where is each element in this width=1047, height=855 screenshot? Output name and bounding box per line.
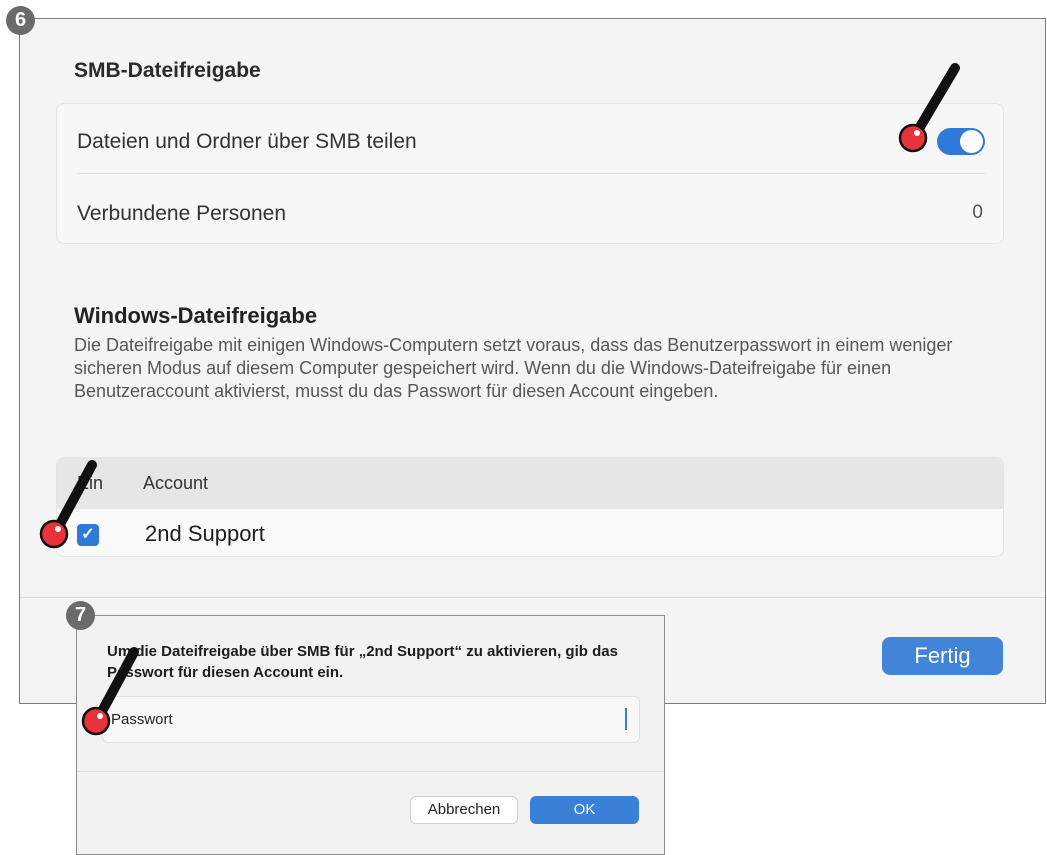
windows-description: Die Dateifreigabe mit einigen Windows-Co… (74, 335, 953, 401)
password-dialog: Um die Dateifreigabe über SMB für „2nd S… (76, 615, 665, 855)
pen-marker-icon (39, 460, 97, 549)
text-caret (625, 708, 627, 730)
connected-users-label: Verbundene Personen (77, 202, 287, 225)
account-name: 2nd Support (145, 521, 265, 546)
sharing-window: SMB-Dateifreigabe Dateien und Ordner übe… (19, 18, 1046, 704)
done-button[interactable]: Fertig (882, 637, 1003, 675)
dialog-divider (77, 771, 664, 772)
row-divider (77, 173, 985, 174)
pen-marker-icon (81, 647, 139, 736)
step-7-badge: 7 (66, 601, 95, 630)
column-account-header[interactable]: Account (143, 473, 208, 494)
password-field[interactable]: Passwort (102, 696, 640, 743)
smb-section-title: SMB-Dateifreigabe (74, 59, 261, 82)
connected-users-count: 0 (972, 202, 983, 223)
step-6-badge: 6 (6, 6, 35, 35)
accounts-table: Ein Account ✓ 2nd Support (56, 457, 1004, 557)
ok-button[interactable]: OK (530, 796, 639, 824)
footer-divider (20, 597, 1045, 598)
windows-section-title: Windows-Dateifreigabe (74, 303, 318, 328)
smb-settings-card: Dateien und Ordner über SMB teilen Verbu… (56, 103, 1004, 244)
share-files-label: Dateien und Ordner über SMB teilen (77, 130, 417, 153)
dialog-message: Um die Dateifreigabe über SMB für „2nd S… (107, 643, 618, 681)
table-header: Ein Account (57, 458, 1003, 509)
cancel-button[interactable]: Abbrechen (410, 796, 518, 824)
pen-marker-icon (898, 63, 960, 153)
